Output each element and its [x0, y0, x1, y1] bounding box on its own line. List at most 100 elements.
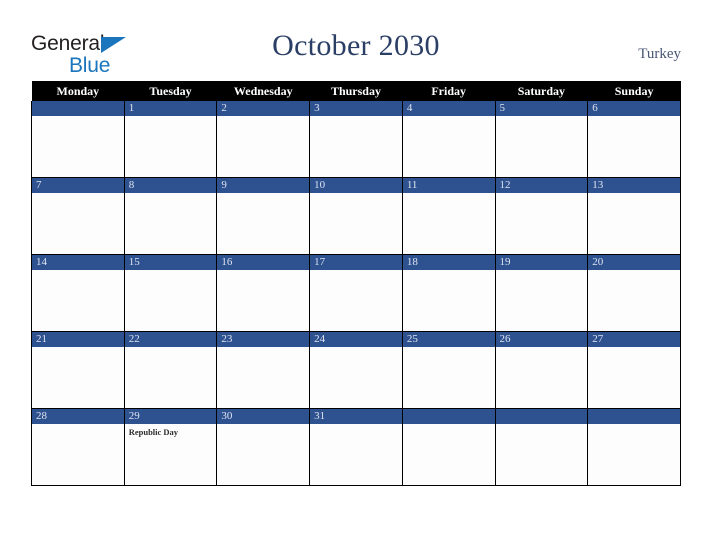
day-number: 12 [495, 178, 588, 193]
day-cell-inner: 24 [310, 332, 402, 408]
day-cell-inner: 16 [217, 255, 310, 331]
calendar-week-row: 28 29 Republic Day 30 31 [31, 408, 681, 486]
calendar-day-cell[interactable]: 29 Republic Day [123, 408, 218, 486]
day-number: 29 [124, 409, 217, 424]
calendar-day-cell[interactable]: 7 [31, 177, 125, 255]
day-cell-inner: 6 [588, 101, 680, 177]
calendar-day-cell[interactable]: 21 [31, 331, 125, 409]
calendar-day-cell[interactable]: 11 [401, 177, 496, 255]
day-cell-inner: 19 [495, 255, 588, 331]
day-cell-inner: 22 [124, 332, 217, 408]
day-cell-inner: 23 [217, 332, 310, 408]
day-number [402, 409, 495, 424]
day-number: 9 [217, 178, 310, 193]
day-number: 15 [124, 255, 217, 270]
weekday-header-wednesday: Wednesday [216, 81, 310, 101]
calendar-day-cell[interactable]: 19 [494, 254, 589, 332]
day-cell-inner: 14 [32, 255, 124, 331]
day-cell-inner: 11 [402, 178, 495, 254]
day-number: 10 [310, 178, 402, 193]
day-number: 2 [217, 101, 310, 116]
calendar-day-cell[interactable]: 17 [309, 254, 403, 332]
day-number: 19 [495, 255, 588, 270]
day-number: 22 [124, 332, 217, 347]
weekday-header-thursday: Thursday [309, 81, 403, 101]
page-header: General Blue October 2030 Turkey [0, 0, 712, 80]
day-cell-inner: 31 [310, 409, 402, 485]
calendar-day-cell[interactable]: 15 [123, 254, 218, 332]
calendar-day-cell[interactable]: 1 [123, 101, 218, 178]
day-cell-inner: 8 [124, 178, 217, 254]
country-label: Turkey [638, 46, 681, 62]
day-events: Republic Day [125, 424, 217, 438]
day-number: 17 [310, 255, 402, 270]
day-cell-inner: 2 [217, 101, 310, 177]
day-number [588, 409, 680, 424]
calendar-day-cell[interactable]: 10 [309, 177, 403, 255]
day-number: 30 [217, 409, 310, 424]
day-number: 8 [124, 178, 217, 193]
calendar-day-cell[interactable]: 18 [401, 254, 496, 332]
day-number: 18 [402, 255, 495, 270]
calendar-empty-cell[interactable] [494, 408, 589, 486]
calendar-day-cell[interactable]: 25 [401, 331, 496, 409]
day-cell-inner: 3 [310, 101, 402, 177]
calendar-day-cell[interactable]: 30 [216, 408, 311, 486]
calendar-day-cell[interactable]: 3 [309, 101, 403, 178]
day-number: 24 [310, 332, 402, 347]
day-cell-inner: 4 [402, 101, 495, 177]
calendar-day-cell[interactable]: 8 [123, 177, 218, 255]
day-number: 6 [588, 101, 680, 116]
day-number: 14 [32, 255, 124, 270]
day-cell-inner: 5 [495, 101, 588, 177]
day-number: 1 [124, 101, 217, 116]
calendar-day-cell[interactable]: 9 [216, 177, 311, 255]
calendar-empty-cell[interactable] [401, 408, 496, 486]
calendar-day-cell[interactable]: 22 [123, 331, 218, 409]
day-number [32, 101, 124, 116]
calendar-day-cell[interactable]: 4 [401, 101, 496, 178]
calendar-day-cell[interactable]: 28 [31, 408, 125, 486]
day-cell-inner: 20 [588, 255, 680, 331]
weekday-header-row: Monday Tuesday Wednesday Thursday Friday Satu… [31, 81, 681, 101]
day-number: 23 [217, 332, 310, 347]
day-cell-inner: 27 [588, 332, 680, 408]
calendar-day-cell[interactable]: 23 [216, 331, 311, 409]
day-cell-inner: 26 [495, 332, 588, 408]
calendar-day-cell[interactable]: 26 [494, 331, 589, 409]
calendar-day-cell[interactable]: 27 [587, 331, 681, 409]
calendar-week-row: 14 15 16 17 18 19 20 [31, 254, 681, 332]
calendar-day-cell[interactable]: 12 [494, 177, 589, 255]
weekday-header-monday: Monday [31, 81, 125, 101]
calendar-empty-cell[interactable] [587, 408, 681, 486]
day-number [495, 409, 588, 424]
calendar-day-cell[interactable]: 20 [587, 254, 681, 332]
day-cell-inner: 25 [402, 332, 495, 408]
day-number: 31 [310, 409, 402, 424]
calendar-day-cell[interactable]: 24 [309, 331, 403, 409]
day-number: 16 [217, 255, 310, 270]
day-cell-inner: 29 Republic Day [124, 409, 217, 485]
weekday-header-friday: Friday [402, 81, 496, 101]
day-cell-inner: 1 [124, 101, 217, 177]
calendar-day-cell[interactable]: 13 [587, 177, 681, 255]
calendar-grid: Monday Tuesday Wednesday Thursday Friday Satu… [31, 81, 681, 486]
calendar-day-cell[interactable]: 16 [216, 254, 311, 332]
calendar-body: 1 2 3 4 5 6 7 8 9 10 11 12 13 14 15 16 17 18 19 20 21 22 23 24 2… [31, 101, 681, 486]
calendar-day-cell[interactable]: 2 [216, 101, 311, 178]
day-number: 26 [495, 332, 588, 347]
day-cell-inner: 15 [124, 255, 217, 331]
day-cell-inner: 17 [310, 255, 402, 331]
day-number: 25 [402, 332, 495, 347]
day-cell-inner [495, 409, 588, 485]
day-number: 7 [32, 178, 124, 193]
calendar-day-cell[interactable]: 14 [31, 254, 125, 332]
day-number: 4 [402, 101, 495, 116]
day-cell-inner: 12 [495, 178, 588, 254]
calendar-day-cell[interactable]: 31 [309, 408, 403, 486]
calendar-day-cell[interactable]: 5 [494, 101, 589, 178]
page-title: October 2030 [272, 29, 440, 62]
day-cell-inner [588, 409, 680, 485]
calendar-day-cell[interactable]: 6 [587, 101, 681, 178]
calendar-empty-cell[interactable] [31, 101, 125, 178]
